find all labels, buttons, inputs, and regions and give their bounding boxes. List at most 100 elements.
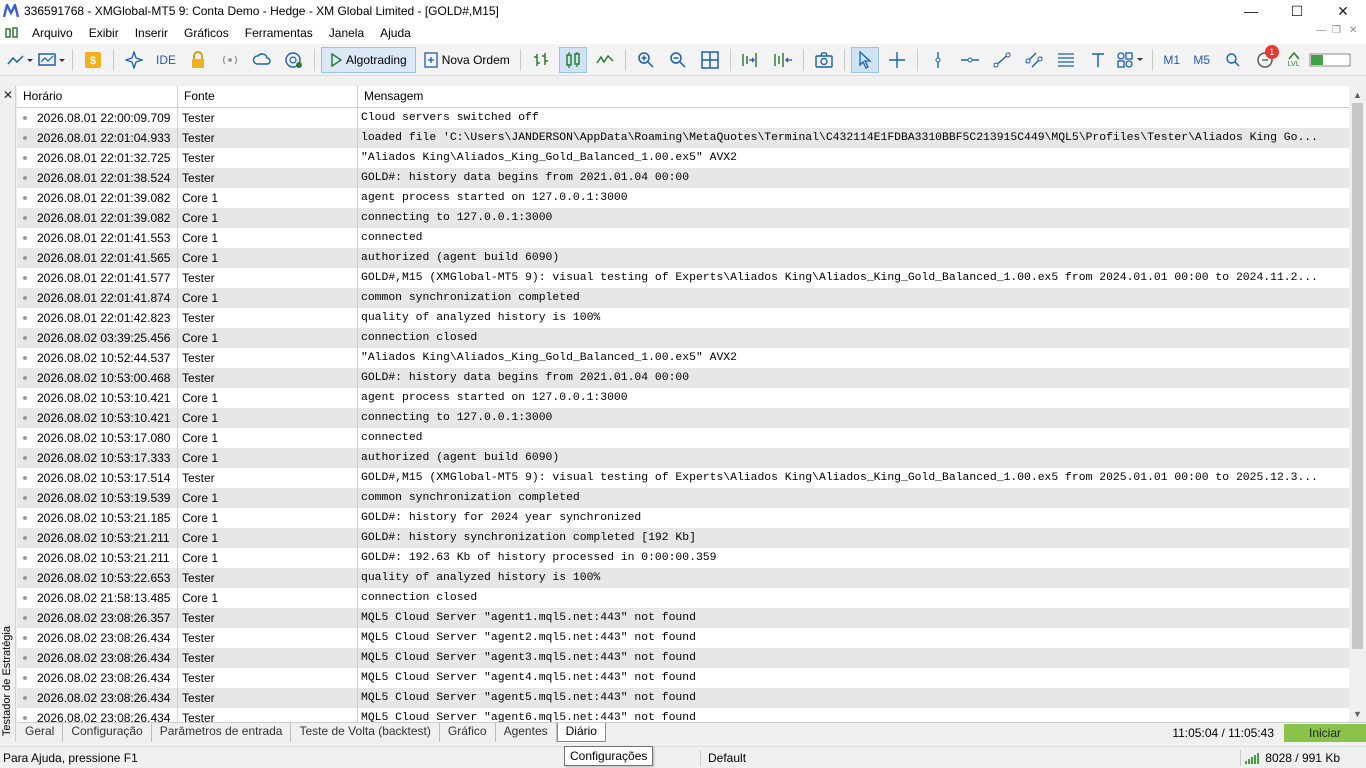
sparkle-icon[interactable] bbox=[120, 47, 148, 73]
log-row[interactable]: 2026.08.01 22:01:39.082 Core 1 agent proce… bbox=[17, 188, 1349, 208]
log-row[interactable]: 2026.08.02 23:08:26.434 Tester MQL5 Cloud … bbox=[17, 648, 1349, 668]
zoom-out-icon[interactable] bbox=[664, 47, 692, 73]
log-row[interactable]: 2026.08.01 22:01:04.933 Tester loaded file… bbox=[17, 128, 1349, 148]
start-button[interactable]: Iniciar bbox=[1284, 724, 1366, 742]
log-row[interactable]: 2026.08.01 22:01:42.823 Tester quality of … bbox=[17, 308, 1349, 328]
vps-icon[interactable] bbox=[280, 47, 308, 73]
signal-broadcast-icon[interactable] bbox=[216, 47, 244, 73]
column-header-source[interactable]: Fonte bbox=[178, 86, 358, 108]
panel-close-icon[interactable]: ✕ bbox=[3, 88, 13, 102]
chart-window-icon[interactable] bbox=[0, 27, 24, 39]
tab-journal[interactable]: Diário bbox=[556, 723, 606, 742]
minimize-button[interactable]: — bbox=[1228, 0, 1274, 22]
menu-inserir[interactable]: Inserir bbox=[127, 22, 176, 44]
log-row[interactable]: 2026.08.02 03:39:25.456 Core 1 connection … bbox=[17, 328, 1349, 348]
chart-shift-icon[interactable] bbox=[737, 47, 765, 73]
level-button[interactable]: LVL bbox=[1283, 47, 1305, 73]
new-order-button[interactable]: Nova Ordem bbox=[420, 47, 514, 73]
log-row[interactable]: 2026.08.02 10:53:21.185 Core 1 GOLD#: hist… bbox=[17, 508, 1349, 528]
log-row[interactable]: 2026.08.02 10:53:17.514 Tester GOLD#,M15 (… bbox=[17, 468, 1349, 488]
notifications-button[interactable]: 1 bbox=[1251, 44, 1279, 73]
cloud-icon[interactable] bbox=[248, 47, 276, 73]
log-row[interactable]: 2026.08.02 10:53:17.333 Core 1 authorized … bbox=[17, 448, 1349, 468]
connection-status-icon[interactable] bbox=[1309, 47, 1353, 73]
mdi-close-icon[interactable]: ✕ bbox=[1349, 25, 1357, 36]
log-row[interactable]: 2026.08.02 10:53:17.080 Core 1 connected bbox=[17, 428, 1349, 448]
log-row[interactable]: 2026.08.02 10:53:10.421 Core 1 connecting … bbox=[17, 408, 1349, 428]
log-row[interactable]: 2026.08.02 10:53:21.211 Core 1 GOLD#: hist… bbox=[17, 528, 1349, 548]
menu-ferramentas[interactable]: Ferramentas bbox=[237, 22, 321, 44]
bar-chart-icon[interactable] bbox=[527, 47, 555, 73]
trend-line-icon[interactable] bbox=[988, 47, 1016, 73]
line-chart-icon[interactable] bbox=[591, 47, 619, 73]
chart-template-icon[interactable] bbox=[38, 47, 66, 73]
log-row[interactable]: 2026.08.01 22:01:41.565 Core 1 authorized … bbox=[17, 248, 1349, 268]
tab-backtest[interactable]: Teste de Volta (backtest) bbox=[291, 723, 440, 742]
timeframe-m5-button[interactable]: M5 bbox=[1189, 47, 1215, 73]
vertical-line-icon[interactable] bbox=[924, 47, 952, 73]
menu-janela[interactable]: Janela bbox=[321, 22, 372, 44]
log-row[interactable]: 2026.08.02 23:08:26.434 Tester MQL5 Cloud … bbox=[17, 688, 1349, 708]
fibonacci-icon[interactable] bbox=[1052, 47, 1080, 73]
close-button[interactable]: ✕ bbox=[1320, 0, 1366, 22]
lock-icon[interactable] bbox=[184, 47, 212, 73]
dollar-icon[interactable]: $ bbox=[79, 47, 107, 73]
mdi-minimize-icon[interactable]: — bbox=[1316, 25, 1326, 36]
log-row[interactable]: 2026.08.01 22:01:39.082 Core 1 connecting … bbox=[17, 208, 1349, 228]
status-network[interactable]: 8028 / 991 Kb bbox=[1245, 751, 1340, 765]
log-row[interactable]: 2026.08.02 10:53:10.421 Core 1 agent proce… bbox=[17, 388, 1349, 408]
log-row[interactable]: 2026.08.01 22:01:41.553 Core 1 connected bbox=[17, 228, 1349, 248]
tab-configuration[interactable]: Configuração bbox=[63, 723, 152, 742]
tab-general[interactable]: Geral bbox=[17, 723, 64, 742]
tab-input-parameters[interactable]: Parâmetros de entrada bbox=[152, 723, 292, 742]
log-row[interactable]: 2026.08.02 10:52:44.537 Tester "Aliados Ki… bbox=[17, 348, 1349, 368]
search-icon[interactable] bbox=[1219, 47, 1247, 73]
log-row[interactable]: 2026.08.02 23:08:26.357 Tester MQL5 Cloud … bbox=[17, 608, 1349, 628]
ide-button[interactable]: IDE bbox=[152, 47, 180, 73]
maximize-button[interactable]: ☐ bbox=[1274, 0, 1320, 22]
menu-exibir[interactable]: Exibir bbox=[81, 22, 127, 44]
zoom-in-icon[interactable] bbox=[632, 47, 660, 73]
log-row[interactable]: 2026.08.01 22:01:38.524 Tester GOLD#: hist… bbox=[17, 168, 1349, 188]
shapes-menu-icon[interactable] bbox=[1116, 47, 1146, 73]
equidistant-channel-icon[interactable] bbox=[1020, 47, 1048, 73]
scroll-up-icon[interactable]: ▲ bbox=[1349, 86, 1366, 103]
cursor-icon[interactable] bbox=[850, 46, 879, 73]
screenshot-icon[interactable] bbox=[810, 47, 838, 73]
vertical-scrollbar[interactable]: ▲ ▼ bbox=[1349, 86, 1366, 722]
log-row[interactable]: 2026.08.02 23:08:26.434 Tester MQL5 Cloud … bbox=[17, 668, 1349, 688]
column-header-message[interactable]: Mensagem bbox=[358, 86, 1349, 108]
tile-windows-icon[interactable] bbox=[696, 47, 724, 73]
column-header-time[interactable]: Horário bbox=[17, 86, 178, 108]
text-tool-icon[interactable] bbox=[1084, 47, 1112, 73]
log-row[interactable]: 2026.08.01 22:01:41.874 Core 1 common sync… bbox=[17, 288, 1349, 308]
menu-graficos[interactable]: Gráficos bbox=[176, 22, 237, 44]
tab-chart[interactable]: Gráfico bbox=[440, 723, 496, 742]
log-row[interactable]: 2026.08.01 22:01:41.577 Tester GOLD#,M15 (… bbox=[17, 268, 1349, 288]
menu-arquivo[interactable]: Arquivo bbox=[24, 22, 81, 44]
log-row[interactable]: 2026.08.01 22:00:09.709 Tester Cloud serve… bbox=[17, 108, 1349, 128]
horizontal-line-icon[interactable] bbox=[956, 47, 984, 73]
tab-agents[interactable]: Agentes bbox=[496, 723, 557, 742]
chart-type-line-icon[interactable] bbox=[6, 47, 34, 73]
strategy-tester-label[interactable]: Testador de Estratégia bbox=[1, 626, 15, 736]
timeframe-m1-button[interactable]: M1 bbox=[1159, 47, 1185, 73]
menu-ajuda[interactable]: Ajuda bbox=[372, 22, 419, 44]
scroll-down-icon[interactable]: ▼ bbox=[1349, 705, 1366, 722]
mdi-restore-icon[interactable]: ❐ bbox=[1332, 25, 1341, 36]
log-row[interactable]: 2026.08.02 23:08:26.434 Tester MQL5 Cloud … bbox=[17, 708, 1349, 722]
scrollbar-thumb[interactable] bbox=[1352, 103, 1363, 649]
log-row[interactable]: 2026.08.02 10:53:22.653 Tester quality of … bbox=[17, 568, 1349, 588]
log-row[interactable]: 2026.08.02 23:08:26.434 Tester MQL5 Cloud … bbox=[17, 628, 1349, 648]
autoscroll-icon[interactable] bbox=[769, 47, 797, 73]
candlestick-chart-icon[interactable] bbox=[558, 46, 587, 73]
status-profile[interactable]: Default bbox=[708, 751, 746, 765]
crosshair-icon[interactable] bbox=[883, 47, 911, 73]
log-time-cell: 2026.08.01 22:01:38.524 bbox=[17, 168, 178, 188]
algotrading-button[interactable]: Algotrading bbox=[321, 46, 416, 73]
log-row[interactable]: 2026.08.01 22:01:32.725 Tester "Aliados Ki… bbox=[17, 148, 1349, 168]
log-row[interactable]: 2026.08.02 21:58:13.485 Core 1 connection … bbox=[17, 588, 1349, 608]
log-row[interactable]: 2026.08.02 10:53:00.468 Tester GOLD#: hist… bbox=[17, 368, 1349, 388]
log-row[interactable]: 2026.08.02 10:53:19.539 Core 1 common sync… bbox=[17, 488, 1349, 508]
log-row[interactable]: 2026.08.02 10:53:21.211 Core 1 GOLD#: 192.… bbox=[17, 548, 1349, 568]
